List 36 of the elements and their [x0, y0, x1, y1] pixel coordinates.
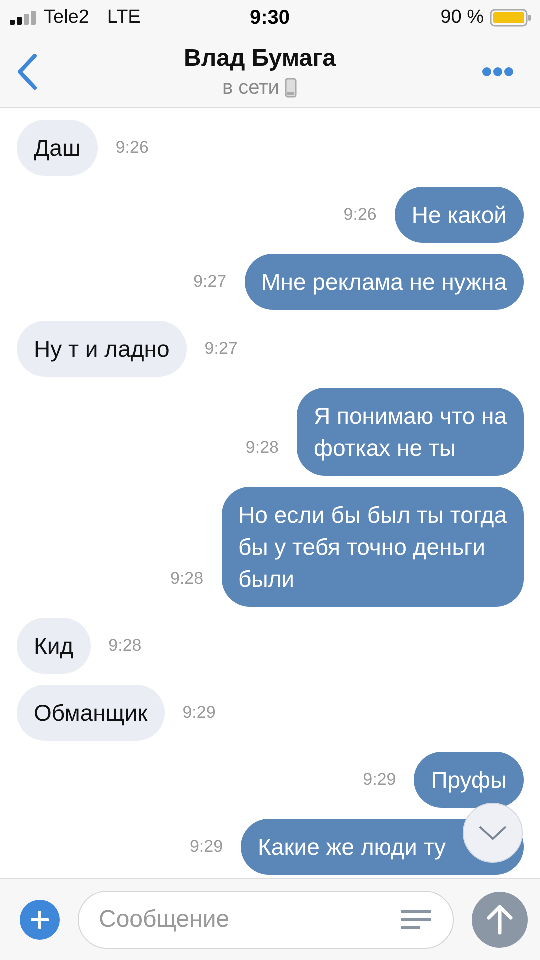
arrow-up-icon	[487, 904, 513, 934]
phone-icon	[285, 78, 298, 98]
battery-percent: 90 %	[440, 7, 484, 29]
message-bubble: Я понимаю что на фотках не ты	[297, 388, 524, 476]
message-bubble: Не какой	[394, 187, 524, 243]
message-time: 9:28	[170, 569, 204, 589]
plus-icon	[31, 910, 49, 928]
message-bubble: Даш	[17, 120, 98, 176]
chevron-down-icon	[478, 825, 508, 841]
add-button[interactable]	[20, 900, 60, 940]
online-status: в сети	[222, 76, 280, 100]
carrier-name: Tele2	[44, 7, 90, 29]
message-bubble: Ну т и ладно	[17, 321, 187, 377]
message-time: 9:28	[246, 438, 280, 458]
message-bubble: Пруфы	[414, 752, 524, 808]
signal-icon	[10, 11, 38, 25]
status-time: 9:30	[248, 6, 292, 30]
message-bubble: Но если бы был ты тогда бы у тебя точно деньги были	[222, 487, 524, 607]
message-time: 9:27	[194, 272, 227, 292]
message-bubble: Обманщик	[17, 685, 165, 741]
message-time: 9:29	[363, 770, 396, 790]
message-bubble: Мне реклама не нужна	[244, 254, 524, 310]
message-field[interactable]: Сообщение	[78, 890, 454, 948]
message-time: 9:26	[116, 138, 149, 158]
battery-icon	[490, 9, 532, 27]
message-time: 9:29	[190, 837, 224, 857]
message-time: 9:26	[344, 205, 377, 225]
message-time: 9:28	[108, 636, 142, 656]
chat-title: Влад Бумага	[184, 44, 336, 72]
network-type: LTE	[107, 7, 141, 29]
more-icon[interactable]	[482, 67, 514, 77]
message-time: 9:27	[204, 339, 238, 359]
message-time: 9:29	[182, 703, 216, 723]
back-icon[interactable]	[16, 53, 38, 91]
message-bubble: Кид	[17, 618, 91, 674]
lines-icon	[400, 910, 432, 930]
